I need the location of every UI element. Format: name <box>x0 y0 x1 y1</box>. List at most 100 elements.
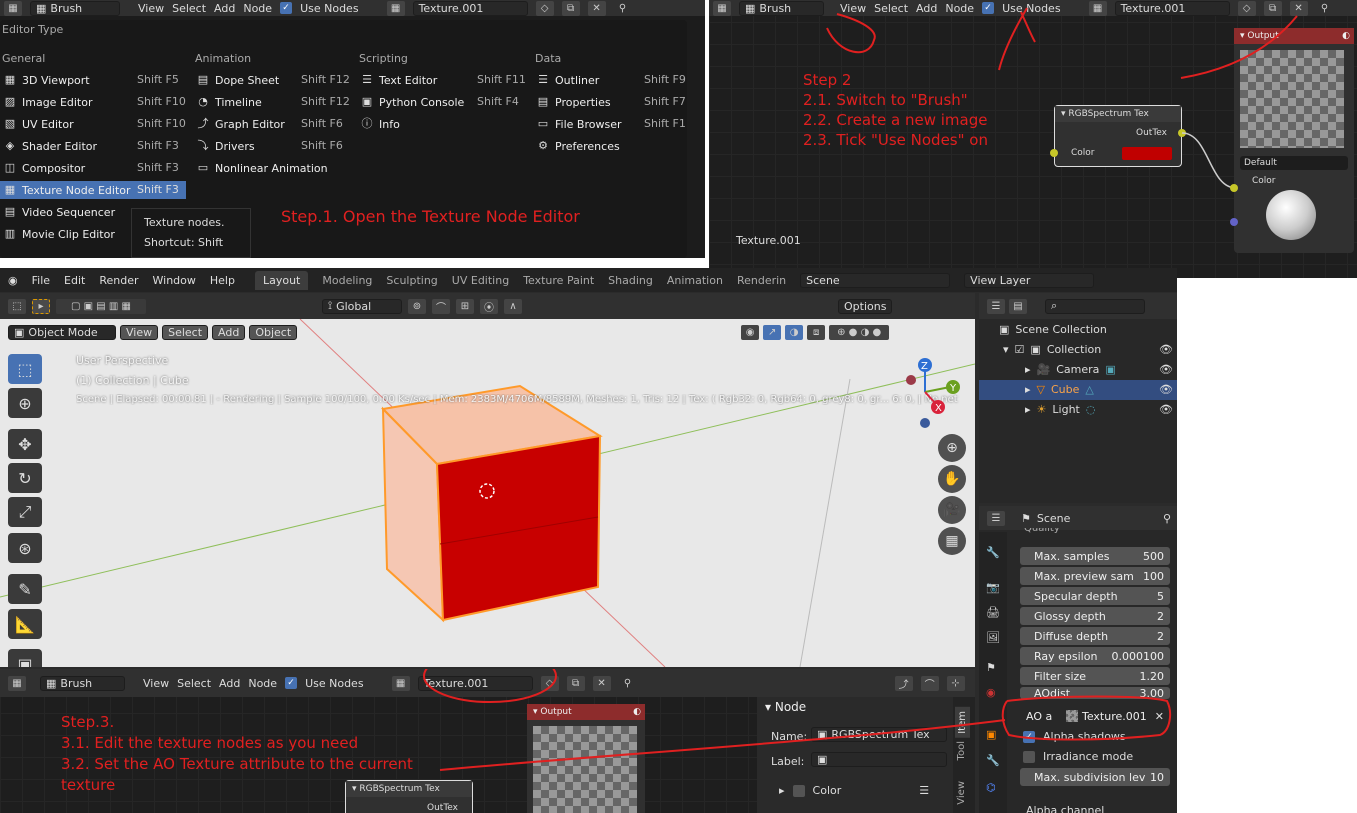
menu-item-texture-node-editor[interactable]: ▦ Texture Node Editor <box>4 180 131 200</box>
menu-file[interactable]: File <box>32 274 50 287</box>
zoom-icon[interactable]: ⊕ <box>938 434 966 462</box>
prop-row-diffuse-depth[interactable]: Diffuse depth 2 <box>1020 627 1170 645</box>
outliner-editor-icon[interactable]: ☰ <box>987 298 1005 314</box>
outliner-item-cube[interactable]: ▸ ▽ Cube △ <box>1025 383 1094 396</box>
properties-editor-icon[interactable]: ☰ <box>987 510 1005 526</box>
menu-item-text-editor[interactable]: ☰ Text Editor <box>361 70 437 90</box>
menu-item-compositor[interactable]: ◫ Compositor <box>4 158 85 178</box>
view-layer-tab-icon[interactable]: 🖼 <box>986 631 1000 644</box>
menu-node[interactable]: Node <box>243 2 272 15</box>
texture-name-field[interactable]: Texture.001 <box>412 0 528 16</box>
expand-icon[interactable]: ▸ <box>779 784 785 797</box>
pan-hand-icon[interactable]: ✋ <box>938 465 966 493</box>
expand-icon[interactable]: ▾ <box>1003 343 1009 356</box>
select-mode-icons[interactable]: ▢ ▣ ▤ ▥ ▦ <box>56 298 146 314</box>
transform-orientation[interactable]: ⟟ Global <box>322 298 402 314</box>
menu-item-dope-sheet[interactable]: ▤ Dope Sheet <box>197 70 279 90</box>
camera-view-icon[interactable]: 🎥 <box>938 496 966 524</box>
menu-item-info[interactable]: ⓘ Info <box>361 114 400 134</box>
editor-type-icon[interactable]: ▦ <box>4 0 22 16</box>
render-tab-icon[interactable]: 📷 <box>986 581 1000 594</box>
menu-item-preferences[interactable]: ⚙ Preferences <box>537 136 620 156</box>
pivot-icon[interactable]: ⊚ <box>408 298 426 314</box>
color-checkbox[interactable] <box>792 784 805 797</box>
blender-logo-icon[interactable]: ◉ <box>8 274 18 287</box>
menu-window[interactable]: Window <box>153 274 196 287</box>
menu-item-drivers[interactable]: ⤵ Drivers <box>197 136 255 156</box>
checkbox-icon[interactable]: ☑ <box>1015 343 1025 356</box>
tab-rendering[interactable]: Renderin <box>737 274 786 287</box>
texture-browse-icon[interactable]: ▦ <box>386 0 405 16</box>
tab-sculpting[interactable]: Sculpting <box>386 274 437 287</box>
menu-edit[interactable]: Edit <box>64 274 85 287</box>
menu-item-file-browser[interactable]: ▭ File Browser <box>537 114 622 134</box>
move-tool[interactable]: ✥ <box>8 429 42 459</box>
tab-texture-paint[interactable]: Texture Paint <box>523 274 594 287</box>
texture-type-dropdown[interactable]: ▦ Brush <box>30 0 120 16</box>
prop-row-glossy-depth[interactable]: Glossy depth 2 <box>1020 607 1170 625</box>
prop-row-filter-size[interactable]: Filter size 1.20 <box>1020 667 1170 685</box>
list-icon[interactable]: ☰ <box>919 784 929 797</box>
expand-icon[interactable]: ▸ <box>1025 363 1031 376</box>
display-mode-icon[interactable]: ▤ <box>1009 298 1027 314</box>
rgbspectrum-node[interactable]: ▾ RGBSpectrum Tex OutTex <box>345 780 473 813</box>
navigation-gizmo[interactable]: Z Y X <box>895 357 975 437</box>
menu-render[interactable]: Render <box>99 274 138 287</box>
prop-row-ray-epsilon[interactable]: Ray epsilon 0.000100 <box>1020 647 1170 665</box>
menu-item-video-sequencer[interactable]: ▤ Video Sequencer <box>4 202 115 222</box>
shield-icon[interactable]: ◇ <box>535 0 554 16</box>
prop-row-specular-depth[interactable]: Specular depth 5 <box>1020 587 1170 605</box>
editor-type-icon[interactable]: ⬚ <box>8 298 26 314</box>
measure-tool[interactable]: 📐 <box>8 609 42 639</box>
pin-icon[interactable]: ⚲ <box>1163 512 1171 525</box>
proportional-icon[interactable]: ⦿ <box>480 298 498 314</box>
menu-view[interactable]: View <box>138 2 164 15</box>
tab-view[interactable]: View <box>956 781 967 805</box>
menu-item-uv-editor[interactable]: ▧ UV Editor <box>4 114 74 134</box>
select-tool-icon[interactable]: ▸ <box>32 298 50 314</box>
ortho-grid-icon[interactable]: ▦ <box>938 527 966 555</box>
falloff-icon[interactable]: ∧ <box>504 298 522 314</box>
pin-icon[interactable]: ⚲ <box>614 1 632 16</box>
menu-item-image-editor[interactable]: ▨ Image Editor <box>4 92 93 112</box>
prop-row-max-samples[interactable]: Max. samples 500 <box>1020 547 1170 565</box>
menu-help[interactable]: Help <box>210 274 235 287</box>
menu-item-python-console[interactable]: ▣ Python Console <box>361 92 465 112</box>
menu-add[interactable]: Add <box>214 2 235 15</box>
outliner-item-camera[interactable]: ▸ 🎥 Camera ▣ <box>1025 363 1116 376</box>
3d-viewport[interactable]: ▣ Object Mode View Select Add Object ◉ ↗ … <box>0 319 975 667</box>
tab-shading[interactable]: Shading <box>608 274 653 287</box>
eye-icon[interactable]: 👁 <box>1159 383 1173 396</box>
menu-item-movie-clip-editor[interactable]: ▥ Movie Clip Editor <box>4 224 115 244</box>
irradiance-checkbox[interactable] <box>1023 750 1035 763</box>
snap-icon[interactable]: ⌒ <box>432 298 450 314</box>
particles-tab-icon[interactable]: ⌬ <box>986 781 996 794</box>
duplicate-icon[interactable]: ⧉ <box>561 0 580 16</box>
prop-row-max-preview-sam[interactable]: Max. preview sam 100 <box>1020 567 1170 585</box>
select-box-tool[interactable]: ⬚ <box>8 354 42 384</box>
subdiv-row[interactable]: Max. subdivision lev 10 <box>1020 768 1170 786</box>
scale-tool[interactable]: ⤢ <box>8 497 42 527</box>
cursor-tool[interactable]: ⊕ <box>8 388 42 418</box>
menu-item-shader-editor[interactable]: ◈ Shader Editor <box>4 136 97 156</box>
tab-animation[interactable]: Animation <box>667 274 723 287</box>
menu-item-properties[interactable]: ▤ Properties <box>537 92 611 112</box>
menu-item-3d-viewport[interactable]: ▦ 3D Viewport <box>4 70 90 90</box>
eye-icon[interactable]: 👁 <box>1159 403 1173 416</box>
irradiance-row[interactable]: Irradiance mode <box>1023 750 1133 763</box>
eye-icon[interactable]: 👁 <box>1159 343 1173 356</box>
tab-uv-editing[interactable]: UV Editing <box>452 274 509 287</box>
tool-tab-icon[interactable]: 🔧 <box>986 546 1000 559</box>
menu-item-timeline[interactable]: ◔ Timeline <box>197 92 262 112</box>
use-nodes-checkbox[interactable]: ✓ <box>280 2 293 14</box>
output-tab-icon[interactable]: 🖨 <box>986 606 1000 619</box>
menu-item-outliner[interactable]: ☰ Outliner <box>537 70 599 90</box>
options-dropdown[interactable]: Options <box>838 298 893 314</box>
close-icon[interactable]: ✕ <box>587 0 606 16</box>
menu-item-graph-editor[interactable]: ⤴ Graph Editor <box>197 114 285 134</box>
rotate-tool[interactable]: ↻ <box>8 463 42 493</box>
tab-layout[interactable]: Layout <box>254 270 309 290</box>
outliner-item-collection[interactable]: ▾ ☑ ▣ Collection <box>1003 343 1101 356</box>
menu-select[interactable]: Select <box>172 2 206 15</box>
transform-tool[interactable]: ⊛ <box>8 533 42 563</box>
